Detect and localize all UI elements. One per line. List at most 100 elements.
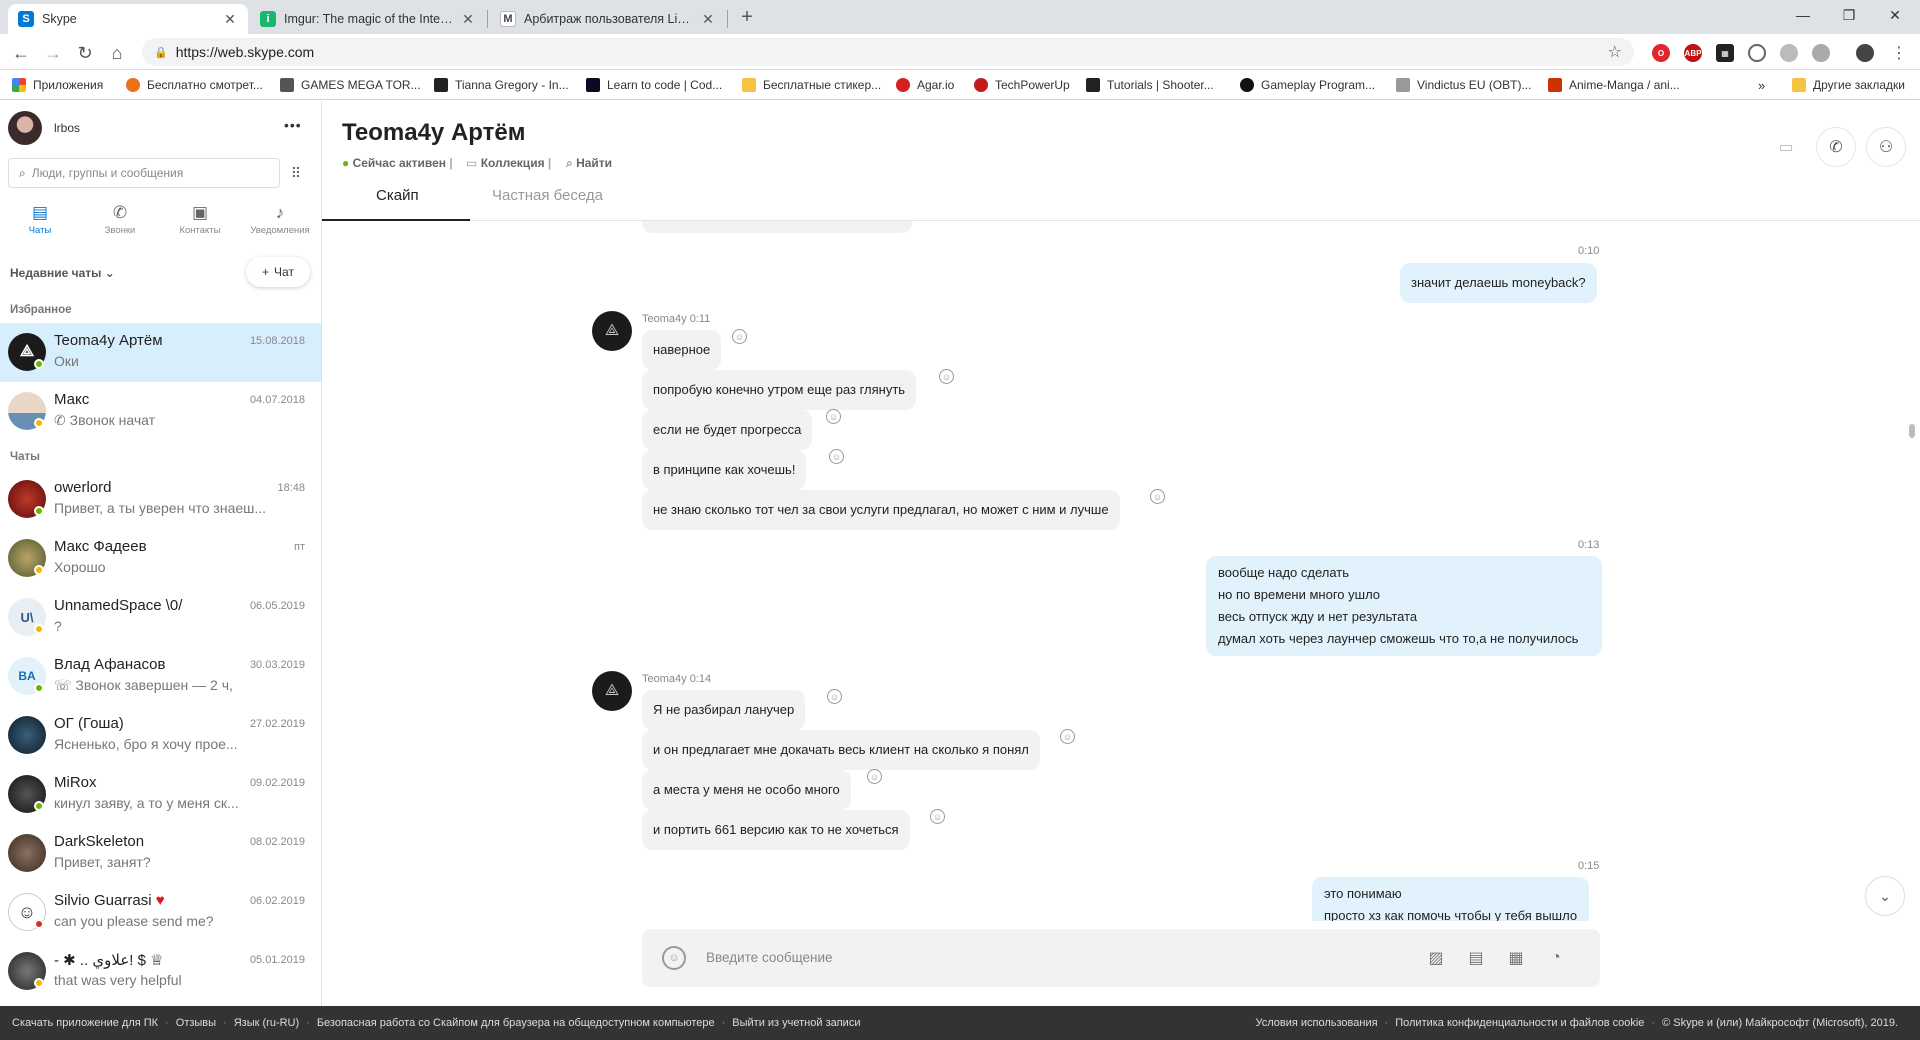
footer-link[interactable]: Безопасная работа со Скайпом для браузер… <box>317 1017 715 1029</box>
gallery-link[interactable]: ▭ Коллекция | <box>466 156 551 170</box>
address-bar[interactable]: 🔒 https://web.skype.com ☆ <box>142 38 1634 66</box>
minimize-icon[interactable]: — <box>1780 0 1826 30</box>
chat-item[interactable]: DarkSkeleton Привет, занят? 08.02.2019 <box>0 824 321 883</box>
chat-item[interactable]: BA Влад Афанасов ☏ Звонок завершен — 2 ч… <box>0 647 321 706</box>
star-icon[interactable]: ☆ <box>1608 42 1622 62</box>
avatar[interactable] <box>8 111 42 145</box>
close-icon[interactable]: ✕ <box>460 11 476 28</box>
bookmark-item[interactable]: Tianna Gregory - In... <box>434 76 569 94</box>
bookmark-item[interactable]: GAMES MEGA TOR... <box>280 76 421 94</box>
reaction-icon[interactable]: ☺ <box>826 409 841 424</box>
home-icon[interactable]: ⌂ <box>104 40 130 66</box>
maximize-icon[interactable]: ❐ <box>1826 0 1872 30</box>
more-icon[interactable]: ◔ <box>1542 945 1570 971</box>
bookmark-item[interactable]: Бесплатно смотрет... <box>126 76 263 94</box>
footer-link[interactable]: Условия использования <box>1255 1017 1377 1029</box>
dialpad-icon[interactable]: ⠿ <box>282 158 310 188</box>
message-bubble-out[interactable]: значит делаешь moneyback? <box>1400 263 1597 304</box>
bookmark-item[interactable]: Learn to code | Cod... <box>586 76 722 94</box>
message-bubble[interactable]: попробую конечно утром еще раз глянуть <box>642 370 917 411</box>
recent-chats-dropdown[interactable]: Недавние чаты ⌄ <box>10 266 115 280</box>
emoji-icon[interactable]: ☺ <box>662 946 686 970</box>
reaction-icon[interactable]: ☺ <box>930 809 945 824</box>
footer-link[interactable]: Скачать приложение для ПК <box>12 1017 158 1029</box>
message-bubble[interactable] <box>642 221 912 233</box>
reaction-icon[interactable]: ☺ <box>829 449 844 464</box>
reaction-icon[interactable]: ☺ <box>1150 489 1165 504</box>
other-bookmarks[interactable]: Другие закладки <box>1792 76 1905 94</box>
window-close-icon[interactable]: ✕ <box>1872 0 1918 30</box>
reaction-icon[interactable]: ☺ <box>732 329 747 344</box>
chat-item[interactable]: Макс Фадеев Хорошо пт <box>0 529 321 588</box>
find-link[interactable]: ⌕ Найти <box>566 156 612 171</box>
message-bubble-out[interactable]: вообще надо сделать но по времени много … <box>1206 556 1602 656</box>
scrollbar[interactable] <box>1909 424 1915 438</box>
new-chat-button[interactable]: + Чат <box>246 257 310 287</box>
forward-icon[interactable]: → <box>40 40 66 66</box>
nav-chats[interactable]: ▤ Чаты <box>0 201 80 245</box>
scroll-down-button[interactable]: ⌄ <box>1865 876 1905 916</box>
tab-private[interactable]: Частная беседа <box>492 187 603 204</box>
nav-contacts[interactable]: ▣ Контакты <box>160 201 240 245</box>
nav-notifications[interactable]: ♪ Уведомления <box>240 201 320 245</box>
message-bubble[interactable]: а места у меня не особо много <box>642 770 851 811</box>
chat-item-maks[interactable]: Макс ✆ Звонок начат 04.07.2018 <box>0 382 321 441</box>
tab-imgur[interactable]: i Imgur: The magic of the Internet ✕ <box>250 4 486 34</box>
message-bubble[interactable]: Я не разбирал ланучер <box>642 690 806 731</box>
bookmark-apps[interactable]: Приложения <box>12 76 103 94</box>
bookmark-item[interactable]: Gameplay Program... <box>1240 76 1375 94</box>
globe-ext-icon[interactable] <box>1780 44 1798 62</box>
reaction-icon[interactable]: ☺ <box>939 369 954 384</box>
bookmark-item[interactable]: Agar.io <box>896 76 954 94</box>
back-icon[interactable]: ← <box>8 40 34 66</box>
message-bubble[interactable]: и он предлагает мне докачать весь клиент… <box>642 730 1040 771</box>
video-call-icon[interactable]: ▭ <box>1766 127 1806 167</box>
nav-calls[interactable]: ✆ Звонки <box>80 201 160 245</box>
tab-skype[interactable]: S Skype ✕ <box>8 4 248 34</box>
footer-link[interactable]: Язык (ru-RU) <box>234 1017 299 1029</box>
reaction-icon[interactable]: ☺ <box>867 769 882 784</box>
gallery-icon[interactable]: ▨ <box>1422 945 1450 971</box>
vpn-ext-icon[interactable] <box>1748 44 1766 62</box>
mail-ext-icon[interactable] <box>1812 44 1830 62</box>
close-icon[interactable]: ✕ <box>222 11 238 28</box>
footer-link[interactable]: Выйти из учетной записи <box>732 1017 860 1029</box>
extension-icon[interactable]: ▦ <box>1716 44 1734 62</box>
opera-ext-icon[interactable]: O <box>1652 44 1670 62</box>
profile-avatar-icon[interactable] <box>1856 44 1874 62</box>
chat-item[interactable]: owerlord Привет, а ты уверен что знаеш..… <box>0 470 321 529</box>
message-input[interactable]: Введите сообщение <box>706 950 833 965</box>
add-people-button[interactable]: ⚇ <box>1866 127 1906 167</box>
bookmark-item[interactable]: TechPowerUp <box>974 76 1070 94</box>
tab-skype[interactable]: Скайп <box>376 187 419 204</box>
bookmark-item[interactable]: Vindictus EU (OBT)... <box>1396 76 1531 94</box>
bookmark-item[interactable]: Anime-Manga / ani... <box>1548 76 1680 94</box>
message-bubble[interactable]: и портить 661 версию как то не хочеться <box>642 810 910 851</box>
bookmarks-more-button[interactable]: » <box>1758 76 1765 94</box>
message-bubble[interactable]: не знаю сколько тот чел за свои услуги п… <box>642 490 1120 531</box>
chat-item[interactable]: MiRox кинул заяву, а то у меня ск... 09.… <box>0 765 321 824</box>
adblock-ext-icon[interactable]: ABP <box>1684 44 1702 62</box>
chat-item[interactable]: U\ UnnamedSpace \0/ ? 06.05.2019 <box>0 588 321 647</box>
message-bubble-out[interactable]: это понимаю просто хз как помочь чтобы у… <box>1312 877 1590 921</box>
menu-kebab-icon[interactable]: ⋮ <box>1886 40 1912 66</box>
message-bubble[interactable]: если не будет прогресса <box>642 410 813 451</box>
chat-item-teoma4y[interactable]: ⟁ Teoma4y Артём Оки 15.08.2018 <box>0 323 321 382</box>
tab-lightf[interactable]: M Арбитраж пользователя LightF... ✕ <box>490 4 726 34</box>
bookmark-item[interactable]: Бесплатные стикер... <box>742 76 881 94</box>
reaction-icon[interactable]: ☺ <box>1060 729 1075 744</box>
more-options-button[interactable]: ••• <box>284 117 302 133</box>
reload-icon[interactable]: ↻ <box>72 40 98 66</box>
reaction-icon[interactable]: ☺ <box>827 689 842 704</box>
search-input[interactable]: ⌕ Люди, группы и сообщения <box>8 158 280 188</box>
bookmark-item[interactable]: Tutorials | Shooter... <box>1086 76 1214 94</box>
message-bubble[interactable]: в принципе как хочешь! <box>642 450 807 491</box>
chat-item[interactable]: ОГ (Гоша) Ясненько, бро я хочу прое... 2… <box>0 706 321 765</box>
footer-link[interactable]: Политика конфиденциальности и файлов coo… <box>1395 1017 1644 1029</box>
chat-item[interactable]: - ✱ .. علاوي! $ ♕ that was very helpful … <box>0 942 321 1001</box>
audio-call-button[interactable]: ✆ <box>1816 127 1856 167</box>
new-tab-button[interactable]: + <box>734 4 760 30</box>
close-icon[interactable]: ✕ <box>700 11 716 28</box>
footer-link[interactable]: Отзывы <box>176 1017 216 1029</box>
contact-card-icon[interactable]: ▤ <box>1462 945 1490 971</box>
